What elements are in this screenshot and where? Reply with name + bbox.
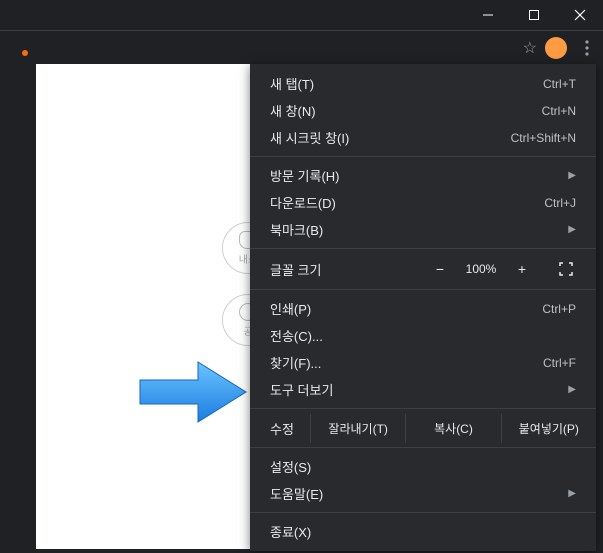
shortcut-label: Ctrl+P [542, 302, 576, 316]
bookmark-star-icon[interactable]: ☆ [523, 38, 537, 58]
menu-item-new-tab[interactable]: 새 탭(T) Ctrl+T [250, 70, 596, 97]
menu-separator [250, 512, 596, 513]
menu-item-settings[interactable]: 설정(S) [250, 453, 596, 480]
chevron-right-icon: ▶ [568, 488, 576, 499]
edit-copy-button[interactable]: 복사(C) [406, 414, 501, 443]
menu-item-history[interactable]: 방문 기록(H) ▶ [250, 162, 596, 189]
edit-cut-button[interactable]: 잘라내기(T) [311, 414, 406, 443]
shortcut-label: Ctrl+Shift+N [511, 131, 576, 145]
menu-separator [250, 447, 596, 448]
chevron-right-icon: ▶ [568, 384, 576, 395]
zoom-in-button[interactable]: + [504, 261, 540, 277]
profile-avatar[interactable] [545, 37, 567, 59]
menu-separator [250, 248, 596, 249]
menu-item-more-tools[interactable]: 도구 더보기 ▶ [250, 376, 596, 403]
shortcut-label: Ctrl+J [544, 196, 576, 210]
chevron-right-icon: ▶ [568, 224, 576, 235]
menu-item-new-window[interactable]: 새 창(N) Ctrl+N [250, 97, 596, 124]
window-minimize-button[interactable] [465, 0, 511, 30]
menu-item-bookmarks[interactable]: 북마크(B) ▶ [250, 216, 596, 243]
shortcut-label: Ctrl+F [543, 356, 576, 370]
zoom-value: 100% [458, 262, 504, 276]
tab-favicon [22, 50, 28, 56]
edit-paste-button[interactable]: 붙여넣기(P) [502, 414, 596, 443]
fullscreen-button[interactable] [548, 262, 584, 276]
chevron-right-icon: ▶ [568, 170, 576, 181]
menu-item-new-incognito[interactable]: 새 시크릿 창(I) Ctrl+Shift+N [250, 124, 596, 151]
kebab-menu-button[interactable] [575, 36, 599, 60]
menu-item-exit[interactable]: 종료(X) [250, 518, 596, 545]
edit-label: 수정 [250, 419, 310, 438]
menu-separator [250, 408, 596, 409]
menu-item-downloads[interactable]: 다운로드(D) Ctrl+J [250, 189, 596, 216]
chrome-main-menu: 새 탭(T) Ctrl+T 새 창(N) Ctrl+N 새 시크릿 창(I) C… [250, 64, 596, 551]
window-close-button[interactable] [557, 0, 603, 30]
menu-item-cast[interactable]: 전송(C)... [250, 322, 596, 349]
menu-item-find[interactable]: 찾기(F)... Ctrl+F [250, 349, 596, 376]
menu-item-edit: 수정 잘라내기(T) 복사(C) 붙여넣기(P) [250, 414, 596, 442]
menu-item-zoom: 글꼴 크기 − 100% + [250, 254, 596, 284]
fullscreen-icon [559, 262, 573, 276]
shortcut-label: Ctrl+N [542, 104, 576, 118]
zoom-out-button[interactable]: − [422, 261, 458, 277]
menu-item-help[interactable]: 도움말(E) ▶ [250, 480, 596, 507]
menu-separator [250, 289, 596, 290]
menu-item-print[interactable]: 인쇄(P) Ctrl+P [250, 295, 596, 322]
window-maximize-button[interactable] [511, 0, 557, 30]
window-titlebar [0, 0, 603, 30]
browser-toolbar: ☆ [0, 30, 603, 64]
menu-separator [250, 156, 596, 157]
zoom-label: 글꼴 크기 [250, 260, 400, 279]
shortcut-label: Ctrl+T [543, 77, 576, 91]
